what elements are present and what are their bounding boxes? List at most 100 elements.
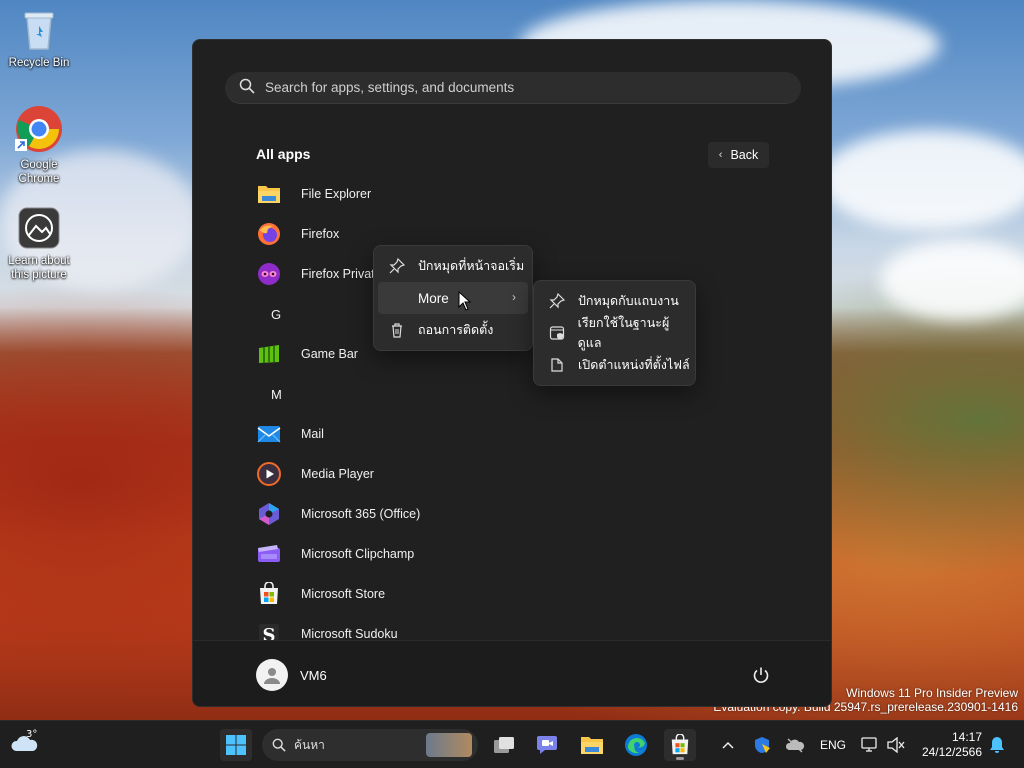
more-submenu: ปักหมุดกับแถบงาน เรียกใช้ในฐานะผู้ดูแล เ…: [533, 280, 696, 386]
context-item-label: ถอนการติดตั้ง: [418, 323, 494, 337]
start-footer: VM6: [193, 640, 831, 706]
app-name: Microsoft Clipchamp: [301, 547, 415, 561]
wallpaper-cloud: [880, 240, 1024, 320]
taskbar-clock[interactable]: 14:17 24/12/2566: [922, 730, 982, 760]
task-view-button[interactable]: [488, 729, 520, 761]
desktop-icon-label: Learn about this picture: [8, 255, 70, 281]
letter-header-m[interactable]: M: [249, 374, 789, 414]
firefox-private-icon: [257, 262, 281, 286]
search-placeholder: Search for apps, settings, and documents: [265, 80, 515, 95]
app-name: Game Bar: [301, 347, 358, 361]
clock-date: 24/12/2566: [921, 745, 982, 759]
notifications-button[interactable]: [984, 729, 1010, 761]
trash-icon: [388, 321, 406, 339]
store-icon: [671, 734, 689, 755]
pin-icon: [548, 292, 566, 310]
app-item-mail[interactable]: Mail: [249, 414, 789, 454]
weather-temp: 3°: [26, 729, 38, 740]
store-icon: [257, 582, 281, 606]
weather-widget[interactable]: 3°: [10, 729, 46, 761]
submenu-item-open-file-location[interactable]: เปิดตำแหน่งที่ตั้งไฟล์: [538, 349, 691, 381]
avatar: [256, 659, 288, 691]
app-name: Microsoft 365 (Office): [301, 507, 421, 521]
running-indicator: [676, 757, 684, 760]
file-explorer-taskbar-button[interactable]: [576, 729, 608, 761]
letter-label: G: [271, 306, 282, 322]
chevron-left-icon: ‹: [718, 149, 723, 161]
defender-shield-icon: [754, 737, 770, 753]
context-item-label: ปักหมุดที่หน้าจอเริ่ม: [418, 259, 525, 273]
app-item-microsoft-store[interactable]: Microsoft Store: [249, 574, 789, 614]
desktop-icon-learn-about-picture[interactable]: Learn about this picture: [1, 206, 77, 282]
store-taskbar-button[interactable]: [664, 729, 696, 761]
app-item-clipchamp[interactable]: Microsoft Clipchamp: [249, 534, 789, 574]
task-view-icon: [494, 737, 514, 753]
desktop-icon-label: Recycle Bin: [8, 57, 70, 69]
teams-chat-button[interactable]: [531, 729, 563, 761]
folder-icon: [581, 737, 603, 754]
search-icon: [272, 738, 286, 752]
firefox-icon: [257, 222, 281, 246]
submenu-item-label: เรียกใช้ในฐานะผู้ดูแล: [577, 316, 670, 350]
media-player-icon: [257, 462, 281, 486]
submenu-item-run-as-admin[interactable]: เรียกใช้ในฐานะผู้ดูแล: [538, 316, 691, 350]
taskbar: 3° ค้นหา ENG 14:17 24/12/2566: [0, 720, 1024, 768]
chat-icon: [537, 736, 557, 754]
edge-icon: [625, 734, 647, 756]
input-language[interactable]: ENG: [820, 738, 846, 752]
back-label: Back: [730, 148, 759, 162]
volume-muted-icon: [887, 737, 905, 753]
onedrive-offline-icon: [785, 738, 805, 753]
desktop-icon-google-chrome[interactable]: Google Chrome: [1, 104, 77, 186]
app-name: File Explorer: [301, 187, 372, 201]
admin-shield-icon: [548, 324, 566, 342]
context-item-pin-to-start[interactable]: ปักหมุดที่หน้าจอเริ่ม: [378, 250, 528, 282]
context-item-uninstall[interactable]: ถอนการติดตั้ง: [378, 314, 528, 346]
back-button[interactable]: ‹ Back: [708, 142, 769, 168]
app-name: Media Player: [301, 467, 374, 481]
app-item-file-explorer[interactable]: File Explorer: [249, 174, 789, 214]
app-name: Mail: [301, 427, 324, 441]
start-search-box[interactable]: Search for apps, settings, and documents: [225, 72, 801, 104]
all-apps-heading: All apps: [256, 146, 311, 162]
app-name: Firefox: [301, 227, 340, 241]
start-button[interactable]: [220, 729, 252, 761]
user-name: VM6: [300, 667, 327, 683]
network-tray-button[interactable]: [856, 729, 884, 761]
user-account-button[interactable]: VM6: [256, 659, 327, 691]
desktop-icon-recycle-bin[interactable]: Recycle Bin: [1, 8, 77, 70]
search-icon: [239, 78, 255, 98]
desktop-icon-label: Google Chrome: [18, 159, 60, 185]
clock-time: 14:17: [951, 730, 982, 744]
edge-taskbar-button[interactable]: [620, 729, 652, 761]
game-bar-icon: [257, 342, 281, 366]
wallpaper-cloud: [820, 130, 1024, 230]
submenu-item-label: ปักหมุดกับแถบงาน: [578, 294, 679, 308]
recycle-bin-icon: [17, 8, 61, 52]
office-icon: [257, 502, 281, 526]
file-location-icon: [548, 356, 566, 374]
app-item-microsoft-365[interactable]: Microsoft 365 (Office): [249, 494, 789, 534]
power-button[interactable]: [751, 665, 771, 685]
folder-icon: [257, 182, 281, 206]
bell-icon: [990, 737, 1004, 753]
power-icon: [753, 667, 769, 683]
start-menu: Search for apps, settings, and documents…: [192, 39, 832, 707]
chrome-icon: [14, 104, 64, 154]
learn-picture-icon: [17, 206, 61, 250]
mail-icon: [257, 422, 281, 446]
security-tray-button[interactable]: [748, 729, 776, 761]
taskbar-search-placeholder: ค้นหา: [294, 737, 325, 752]
taskbar-search-box[interactable]: ค้นหา: [262, 729, 478, 761]
letter-label: M: [271, 386, 282, 402]
volume-tray-button[interactable]: [883, 729, 909, 761]
app-item-media-player[interactable]: Media Player: [249, 454, 789, 494]
context-item-more[interactable]: More ›: [378, 282, 528, 314]
app-name: Firefox Private: [301, 267, 382, 281]
network-icon: [861, 737, 877, 752]
app-name: Microsoft Store: [301, 587, 386, 601]
chevron-right-icon: ›: [512, 290, 516, 304]
onedrive-tray-button[interactable]: [781, 729, 809, 761]
show-hidden-icons-button[interactable]: [714, 729, 742, 761]
clipchamp-icon: [257, 542, 281, 566]
